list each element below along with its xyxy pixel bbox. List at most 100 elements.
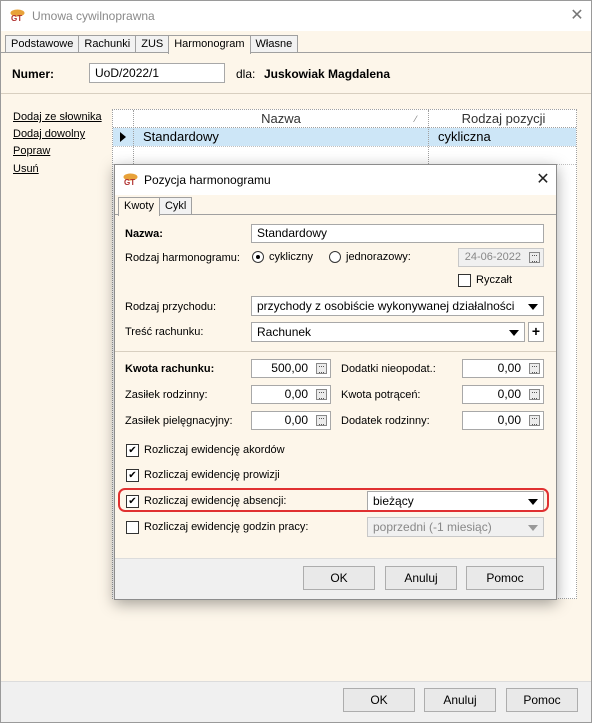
tab-harmonogram[interactable]: Harmonogram <box>168 35 251 54</box>
date-value: 24-06-2022 <box>464 251 521 263</box>
kwota-potracen-label: Kwota potrąceń: <box>341 389 421 401</box>
rodzaj-przychodu-select[interactable]: przychody z osobiście wykonywanej działa… <box>251 296 544 316</box>
dialog-ok-button[interactable]: OK <box>303 566 375 590</box>
tresc-rachunku-value: Rachunek <box>257 325 312 339</box>
dodatek-rodzinny-label: Dodatek rodzinny: <box>341 415 430 427</box>
link-dodaj-ze-slownika[interactable]: Dodaj ze słownika <box>13 111 102 123</box>
tresc-rachunku-label: Treść rachunku: <box>125 326 204 338</box>
kwota-potracen-value: 0,00 <box>497 387 521 401</box>
nazwa-label: Nazwa: <box>125 228 163 240</box>
ryczalt-checkbox[interactable] <box>458 274 471 287</box>
help-button[interactable]: Pomoc <box>506 688 578 712</box>
calculator-icon[interactable] <box>316 389 327 400</box>
akordow-checkbox[interactable] <box>126 444 139 457</box>
radio-cykliczny-label: cykliczny <box>269 251 314 263</box>
dodatek-rodzinny-value: 0,00 <box>497 413 521 427</box>
prowizji-label: Rozliczaj ewidencję prowizji <box>144 469 280 481</box>
calculator-icon[interactable] <box>529 389 540 400</box>
akordow-label: Rozliczaj ewidencję akordów <box>144 444 285 456</box>
calculator-icon[interactable] <box>316 363 327 374</box>
table-row[interactable]: Standardowy cykliczna <box>113 128 576 146</box>
add-tresc-button[interactable]: + <box>528 322 544 342</box>
kwota-potracen-input[interactable]: 0,00 <box>462 385 544 404</box>
window-title: Umowa cywilnoprawna <box>32 9 155 23</box>
numer-input[interactable]: UoD/2022/1 <box>89 63 225 83</box>
section-separator <box>115 351 556 352</box>
svg-text:GT: GT <box>124 178 135 186</box>
tab-rachunki[interactable]: Rachunki <box>78 35 137 53</box>
row-pointer-icon <box>120 132 126 142</box>
zasilek-rodzinny-label: Zasiłek rodzinny: <box>125 389 208 401</box>
link-usun[interactable]: Usuń <box>13 163 39 175</box>
godzin-pracy-checkbox[interactable] <box>126 521 139 534</box>
cell-rodzaj: cykliczna <box>438 129 491 144</box>
dialog-cancel-button[interactable]: Anuluj <box>385 566 457 590</box>
calculator-icon[interactable] <box>529 363 540 374</box>
chevron-down-icon <box>528 304 538 310</box>
app-logo-icon: GT <box>10 9 25 22</box>
kwota-rachunku-value: 500,00 <box>271 361 308 375</box>
dodatki-nieopodat-label: Dodatki nieopodat.: <box>341 363 436 375</box>
tab-zus[interactable]: ZUS <box>135 35 170 53</box>
dla-label: dla: <box>236 67 256 81</box>
radio-jednorazowy[interactable] <box>329 251 341 263</box>
dialog-help-button[interactable]: Pomoc <box>466 566 544 590</box>
ok-button[interactable]: OK <box>343 688 415 712</box>
kwota-rachunku-label: Kwota rachunku: <box>125 363 215 375</box>
tab-kwoty[interactable]: Kwoty <box>118 197 160 216</box>
godzin-pracy-value: poprzedni (-1 miesiąc) <box>373 520 492 534</box>
rodzaj-harmonogramu-label: Rodzaj harmonogramu: <box>125 252 240 264</box>
tab-podstawowe[interactable]: Podstawowe <box>5 35 80 53</box>
dodatki-nieopodat-input[interactable]: 0,00 <box>462 359 544 378</box>
prowizji-checkbox[interactable] <box>126 469 139 482</box>
dialog-title: Pozycja harmonogramu <box>144 173 271 187</box>
radio-cykliczny[interactable] <box>252 251 264 263</box>
zasilek-rodzinny-value: 0,00 <box>284 387 308 401</box>
dialog-pozycja-harmonogramu: GT Pozycja harmonogramu ✕ Kwoty Cykl Naz… <box>114 164 557 600</box>
link-popraw[interactable]: Popraw <box>13 145 50 157</box>
bottom-bar: OK Anuluj Pomoc <box>1 681 591 722</box>
grid-line <box>113 146 576 147</box>
numer-label: Numer: <box>12 67 55 81</box>
column-rodzaj[interactable]: Rodzaj pozycji <box>429 110 578 128</box>
link-dodaj-dowolny[interactable]: Dodaj dowolny <box>13 128 85 140</box>
cell-nazwa: Standardowy <box>143 129 219 144</box>
tab-cykl[interactable]: Cykl <box>158 197 193 215</box>
tresc-rachunku-select[interactable]: Rachunek <box>251 322 525 342</box>
godzin-pracy-label: Rozliczaj ewidencję godzin pracy: <box>144 521 309 533</box>
rodzaj-przychodu-value: przychody z osobiście wykonywanej działa… <box>257 299 515 313</box>
rodzaj-przychodu-label: Rodzaj przychodu: <box>125 301 217 313</box>
header-separator <box>1 93 591 94</box>
zasilek-pielegnacyjny-value: 0,00 <box>284 413 308 427</box>
grid-header: Nazwa ⁄ Rodzaj pozycji <box>113 110 576 128</box>
tab-wlasne[interactable]: Własne <box>249 35 299 53</box>
cancel-button[interactable]: Anuluj <box>424 688 496 712</box>
nazwa-input[interactable]: Standardowy <box>251 224 544 243</box>
zasilek-pielegnacyjny-label: Zasiłek pielęgnacyjny: <box>125 415 233 427</box>
godzin-pracy-select: poprzedni (-1 miesiąc) <box>367 517 544 537</box>
highlight-frame <box>118 488 549 512</box>
title-bar: GT Umowa cywilnoprawna ✕ <box>1 1 591 31</box>
dodatki-nieopodat-value: 0,00 <box>497 361 521 375</box>
calendar-icon <box>529 252 540 263</box>
calculator-icon[interactable] <box>316 415 327 426</box>
main-tabs: Podstawowe Rachunki ZUS Harmonogram Włas… <box>5 35 299 54</box>
dla-value: Juskowiak Magdalena <box>264 67 391 81</box>
tab-divider <box>115 214 556 215</box>
zasilek-pielegnacyjny-input[interactable]: 0,00 <box>251 411 331 430</box>
close-icon[interactable]: ✕ <box>533 170 553 190</box>
calculator-icon[interactable] <box>529 415 540 426</box>
chevron-down-icon <box>509 330 519 336</box>
sort-icon: ⁄ <box>415 114 417 124</box>
ryczalt-label: Ryczałt <box>476 274 513 286</box>
kwota-rachunku-input[interactable]: 500,00 <box>251 359 331 378</box>
dodatek-rodzinny-input[interactable]: 0,00 <box>462 411 544 430</box>
app-logo-icon: GT <box>123 173 138 186</box>
zasilek-rodzinny-input[interactable]: 0,00 <box>251 385 331 404</box>
date-field: 24-06-2022 <box>458 248 544 267</box>
svg-text:GT: GT <box>11 14 22 22</box>
column-nazwa[interactable]: Nazwa <box>134 110 428 128</box>
dialog-tabs: Kwoty Cykl <box>118 197 193 216</box>
close-icon[interactable]: ✕ <box>567 6 587 26</box>
chevron-down-icon <box>528 525 538 531</box>
